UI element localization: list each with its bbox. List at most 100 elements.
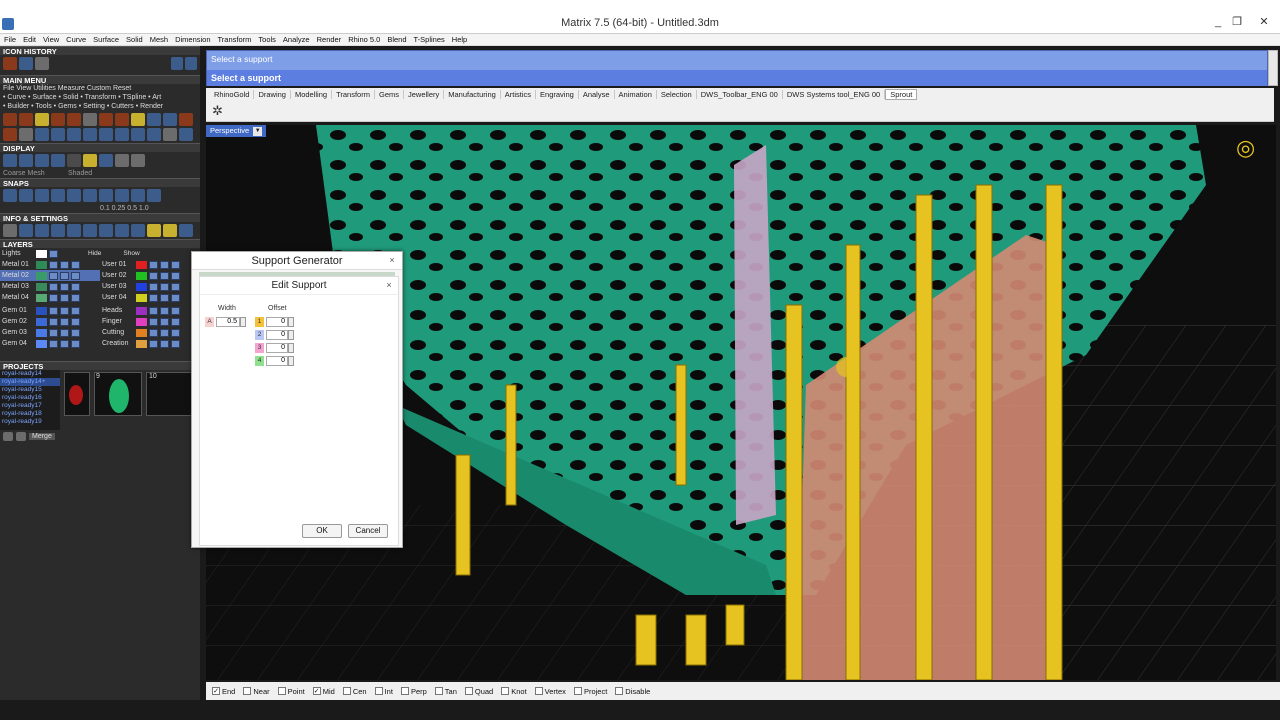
projects-header[interactable]: PROJECTS bbox=[0, 361, 200, 371]
viewport-label[interactable]: Perspective ▼ bbox=[206, 125, 267, 137]
snap-icon[interactable] bbox=[51, 189, 65, 202]
layer-toggle[interactable] bbox=[171, 271, 180, 280]
display-mode-icon[interactable] bbox=[115, 154, 129, 167]
info-icon[interactable] bbox=[179, 224, 193, 237]
checkbox-icon[interactable] bbox=[434, 687, 443, 695]
menu-item[interactable]: Solid bbox=[126, 35, 143, 44]
snap-end[interactable]: ✓ End bbox=[212, 687, 235, 696]
arrow-left-icon[interactable] bbox=[171, 57, 183, 70]
menu-item[interactable]: Tools bbox=[258, 35, 276, 44]
tab-drawing[interactable]: Drawing bbox=[254, 89, 291, 99]
chevron-down-icon[interactable]: ▼ bbox=[253, 126, 263, 136]
snap-quad[interactable]: Quad bbox=[464, 687, 493, 696]
layer-toggle[interactable] bbox=[160, 339, 169, 348]
checkbox-icon[interactable] bbox=[400, 687, 409, 695]
snap-icon[interactable] bbox=[35, 189, 49, 202]
layer-toggle[interactable] bbox=[49, 306, 58, 315]
tab-gems[interactable]: Gems bbox=[375, 89, 404, 99]
offset-stepper[interactable] bbox=[288, 317, 294, 327]
close-icon[interactable]: × bbox=[384, 281, 394, 291]
tool-icon[interactable] bbox=[35, 113, 49, 126]
project-file[interactable]: royal-ready15 bbox=[0, 386, 60, 394]
tool-icon[interactable] bbox=[67, 128, 81, 141]
menu-item[interactable]: Curve bbox=[66, 35, 86, 44]
layer-color-swatch[interactable] bbox=[36, 306, 47, 315]
lights-toggle[interactable] bbox=[49, 249, 58, 258]
info-icon[interactable] bbox=[19, 224, 33, 237]
menu-item[interactable]: View bbox=[43, 35, 59, 44]
layer-toggle[interactable] bbox=[49, 328, 58, 337]
layer-toggle[interactable] bbox=[160, 306, 169, 315]
snaps-header[interactable]: SNAPS bbox=[0, 178, 200, 188]
layer-toggle[interactable] bbox=[60, 271, 69, 280]
layer-row[interactable]: Gem 01 bbox=[0, 305, 100, 316]
tool-icon[interactable] bbox=[83, 128, 97, 141]
layer-toggle[interactable] bbox=[160, 317, 169, 326]
arrow-right-icon[interactable] bbox=[185, 57, 197, 70]
snap-icon[interactable] bbox=[115, 189, 129, 202]
checkbox-icon[interactable] bbox=[464, 687, 473, 695]
checkbox-icon[interactable]: ✓ bbox=[312, 687, 321, 695]
tool-icon[interactable] bbox=[115, 113, 129, 126]
tab-engraving[interactable]: Engraving bbox=[536, 89, 579, 99]
snap-icon[interactable] bbox=[67, 189, 81, 202]
checkbox-icon[interactable] bbox=[501, 687, 510, 695]
tool-icon[interactable] bbox=[99, 128, 113, 141]
main-menu-row[interactable]: • Curve • Surface • Solid • Transform • … bbox=[0, 93, 200, 102]
tab-jewellery[interactable]: Jewellery bbox=[404, 89, 445, 99]
tab-manufacturing[interactable]: Manufacturing bbox=[444, 89, 501, 99]
tool-icon[interactable] bbox=[51, 128, 65, 141]
layer-row[interactable]: Metal 01 bbox=[0, 259, 100, 270]
layer-toggle[interactable] bbox=[171, 306, 180, 315]
display-mode-icon[interactable] bbox=[83, 154, 97, 167]
menu-item[interactable]: Edit bbox=[23, 35, 36, 44]
icon-history-header[interactable]: ICON HISTORY bbox=[0, 46, 200, 56]
display-mode-icon[interactable] bbox=[67, 154, 81, 167]
up-icon[interactable] bbox=[16, 432, 26, 441]
info-icon[interactable] bbox=[35, 224, 49, 237]
checkbox-icon[interactable] bbox=[615, 687, 624, 695]
layer-row[interactable]: User 01 bbox=[100, 259, 200, 270]
layer-toggle[interactable] bbox=[49, 339, 58, 348]
layer-toggle[interactable] bbox=[71, 328, 80, 337]
layer-color-swatch[interactable] bbox=[136, 293, 147, 302]
menu-item[interactable]: Blend bbox=[387, 35, 406, 44]
info-icon[interactable] bbox=[163, 224, 177, 237]
layer-row[interactable]: Cutting bbox=[100, 327, 200, 338]
checkbox-icon[interactable] bbox=[243, 687, 252, 695]
layer-toggle[interactable] bbox=[60, 339, 69, 348]
snap-values[interactable]: 0.1 0.25 0.5 1.0 bbox=[0, 204, 200, 213]
width-field[interactable]: 0.5 bbox=[216, 317, 240, 327]
snap-disable[interactable]: Disable bbox=[615, 687, 650, 696]
info-icon[interactable] bbox=[131, 224, 145, 237]
sprout-tool-icon[interactable]: ✲ bbox=[212, 103, 223, 119]
layer-color-swatch[interactable] bbox=[36, 271, 47, 280]
snap-tan[interactable]: Tan bbox=[434, 687, 457, 696]
layer-row[interactable]: User 03 bbox=[100, 281, 200, 292]
offset-stepper[interactable] bbox=[288, 356, 294, 366]
layer-row[interactable]: User 02 bbox=[100, 270, 200, 281]
layer-toggle[interactable] bbox=[71, 306, 80, 315]
display-mode-icon[interactable] bbox=[3, 154, 17, 167]
layer-toggle[interactable] bbox=[149, 317, 158, 326]
project-file[interactable]: royal-ready16 bbox=[0, 394, 60, 402]
layer-color-swatch[interactable] bbox=[136, 282, 147, 291]
tool-icon[interactable] bbox=[99, 113, 113, 126]
tool-icon[interactable] bbox=[163, 113, 177, 126]
tab-transform[interactable]: Transform bbox=[332, 89, 375, 99]
info-icon[interactable] bbox=[115, 224, 129, 237]
checkbox-icon[interactable] bbox=[277, 687, 286, 695]
layer-toggle[interactable] bbox=[149, 306, 158, 315]
ring-icon[interactable]: ◎ bbox=[1236, 135, 1255, 160]
snap-mid[interactable]: ✓ Mid bbox=[312, 687, 335, 696]
snap-int[interactable]: Int bbox=[374, 687, 393, 696]
snap-icon[interactable] bbox=[3, 189, 17, 202]
layer-color-swatch[interactable] bbox=[136, 328, 147, 337]
layer-toggle[interactable] bbox=[49, 282, 58, 291]
layer-toggle[interactable] bbox=[71, 271, 80, 280]
project-file[interactable]: royal-ready17 bbox=[0, 402, 60, 410]
snap-perp[interactable]: Perp bbox=[400, 687, 427, 696]
tool-icon[interactable] bbox=[3, 128, 17, 141]
layer-color-swatch[interactable] bbox=[36, 328, 47, 337]
layer-color-swatch[interactable] bbox=[136, 339, 147, 348]
